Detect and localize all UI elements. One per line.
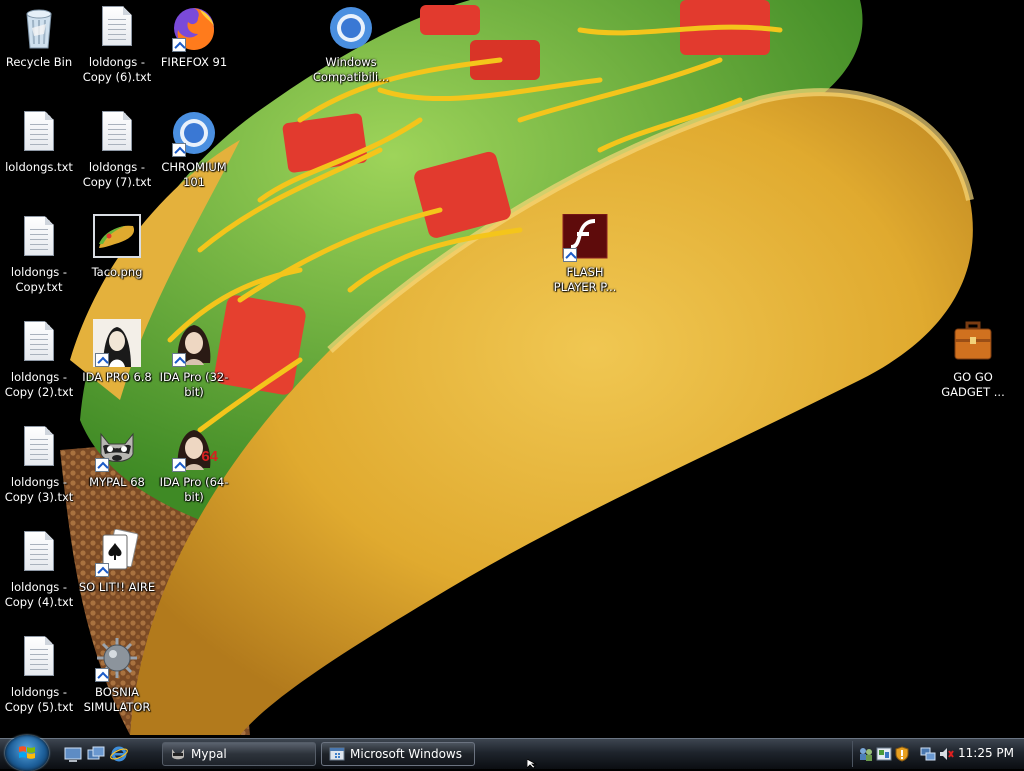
text-file-icon[interactable]: loldongs - Copy (6).txt <box>78 4 156 85</box>
document-icon <box>15 529 63 577</box>
ida-pro-32-shortcut[interactable]: IDA Pro (32-bit) <box>155 319 233 400</box>
text-file-icon[interactable]: loldongs - Copy (2).txt <box>0 319 78 400</box>
icon-label: loldongs - Copy.txt <box>10 265 68 294</box>
text-file-icon[interactable]: loldongs - Copy (4).txt <box>0 529 78 610</box>
ida-portrait-icon <box>170 319 218 367</box>
firefox-icon <box>170 4 218 52</box>
shortcut-arrow-icon <box>172 458 186 472</box>
bosnia-simulator-shortcut[interactable]: BOSNIA SIMULATOR <box>78 634 156 715</box>
shortcut-arrow-icon <box>95 563 109 577</box>
taskbar-button-label: Mypal <box>191 747 227 761</box>
solitaire-shortcut[interactable]: SO LIT!! AIRE <box>78 528 156 595</box>
windows-logo-icon <box>19 746 35 759</box>
show-desktop-icon[interactable] <box>64 745 82 763</box>
icon-label: loldongs - Copy (2).txt <box>4 370 74 399</box>
icon-label: Windows Compatibili... <box>312 55 390 84</box>
taskbar-button-mypal[interactable]: Mypal <box>162 742 316 766</box>
shortcut-arrow-icon <box>95 458 109 472</box>
firefox-shortcut[interactable]: FIREFOX 91 <box>155 4 233 70</box>
internet-explorer-icon[interactable] <box>110 745 128 763</box>
document-icon <box>93 109 141 157</box>
taskbar: Mypal Microsoft Windows 11:25 PM <box>0 735 1024 771</box>
shortcut-arrow-icon <box>563 248 577 262</box>
taco-thumbnail-icon <box>93 214 141 262</box>
icon-label: BOSNIA SIMULATOR <box>83 685 151 714</box>
image-file-icon[interactable]: Taco.png <box>78 214 156 280</box>
text-file-icon[interactable]: loldongs - Copy.txt <box>0 214 78 295</box>
go-go-gadget-shortcut[interactable]: GO GO GADGET ... <box>934 319 1012 400</box>
recycle-bin-icon[interactable]: Recycle Bin <box>0 4 78 70</box>
icon-label: IDA Pro (32-bit) <box>159 370 229 399</box>
shortcut-arrow-icon <box>172 353 186 367</box>
windows-compatibility-shortcut[interactable]: Windows Compatibili... <box>312 4 390 85</box>
network-users-tray-icon[interactable] <box>858 746 874 762</box>
flash-icon <box>561 213 609 262</box>
icon-label: SO LIT!! AIRE <box>78 580 156 594</box>
network-tray-icon[interactable] <box>920 746 936 762</box>
icon-label: loldongs - Copy (6).txt <box>82 55 152 84</box>
app-tray-icon[interactable] <box>876 746 892 762</box>
trash-can-icon <box>15 4 63 52</box>
flash-player-shortcut[interactable]: FLASH PLAYER P... <box>546 213 624 295</box>
icon-label: loldongs - Copy (5).txt <box>4 685 74 714</box>
taskbar-clock[interactable]: 11:25 PM <box>958 746 1014 760</box>
icon-label: Taco.png <box>91 265 143 279</box>
icon-label: loldongs.txt <box>5 160 73 174</box>
64-bit-badge: 64 <box>201 448 218 465</box>
taskbar-button-label: Microsoft Windows <box>350 747 462 761</box>
text-file-icon[interactable]: loldongs.txt <box>0 109 78 175</box>
icon-label: IDA PRO 6.8 <box>82 370 152 384</box>
icon-label: GO GO GADGET ... <box>941 370 1005 399</box>
icon-label: loldongs - Copy (4).txt <box>4 580 74 609</box>
switch-windows-icon[interactable] <box>87 745 105 763</box>
chrome-icon <box>327 4 375 52</box>
mouse-cursor-icon <box>527 759 537 768</box>
raccoon-icon <box>93 424 141 472</box>
document-icon <box>15 109 63 157</box>
icon-label: CHROMIUM 101 <box>161 160 227 189</box>
mypal-shortcut[interactable]: MYPAL 68 <box>78 424 156 490</box>
volume-muted-icon[interactable] <box>938 746 954 762</box>
chromium-shortcut[interactable]: CHROMIUM 101 <box>155 109 233 190</box>
chromium-icon <box>170 109 218 157</box>
shortcut-arrow-icon <box>172 143 186 157</box>
ida-portrait-icon <box>93 319 141 367</box>
window-app-icon <box>329 747 345 761</box>
text-file-icon[interactable]: loldongs - Copy (5).txt <box>0 634 78 715</box>
icon-label: FLASH PLAYER P... <box>553 265 617 294</box>
text-file-icon[interactable]: loldongs - Copy (7).txt <box>78 109 156 190</box>
spiked-mine-icon <box>93 634 141 682</box>
document-icon <box>15 424 63 472</box>
security-center-icon[interactable] <box>894 746 910 762</box>
shortcut-arrow-icon <box>95 353 109 367</box>
icon-label: IDA Pro (64-bit) <box>159 475 229 504</box>
document-icon <box>93 4 141 52</box>
document-icon <box>15 634 63 682</box>
ida-pro-64-shortcut[interactable]: 64 IDA Pro (64-bit) <box>155 424 233 505</box>
icon-label: Recycle Bin <box>5 55 73 69</box>
shortcut-arrow-icon <box>95 668 109 682</box>
icon-label: loldongs - Copy (7).txt <box>82 160 152 189</box>
icon-label: loldongs - Copy (3).txt <box>4 475 74 504</box>
mypal-app-icon <box>172 749 184 760</box>
text-file-icon[interactable]: loldongs - Copy (3).txt <box>0 424 78 505</box>
icon-label: FIREFOX 91 <box>160 55 228 69</box>
document-icon <box>15 319 63 367</box>
ida-portrait-icon: 64 <box>170 424 218 472</box>
document-icon <box>15 214 63 262</box>
start-button[interactable] <box>5 735 49 771</box>
taskbar-button-microsoft-windows[interactable]: Microsoft Windows <box>321 742 475 766</box>
briefcase-icon <box>949 319 997 367</box>
playing-cards-icon <box>93 528 141 577</box>
icon-label: MYPAL 68 <box>89 475 145 489</box>
tray-divider <box>852 741 853 767</box>
ida-pro-6-8-shortcut[interactable]: IDA PRO 6.8 <box>78 319 156 385</box>
shortcut-arrow-icon <box>172 38 186 52</box>
